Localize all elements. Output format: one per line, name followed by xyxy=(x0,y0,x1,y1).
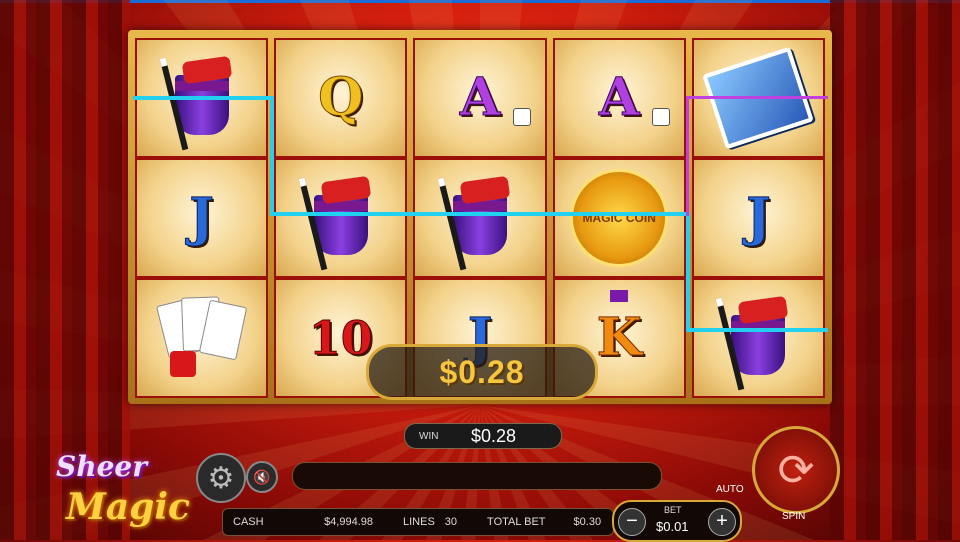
win-amount-banner: $0.28 xyxy=(366,344,598,400)
right-curtain xyxy=(830,0,960,540)
bet-increase-button[interactable]: + xyxy=(708,508,736,536)
cards-and-dice-icon xyxy=(152,293,252,383)
win-value: $0.28 xyxy=(471,425,517,446)
card-k-glyph: K xyxy=(596,307,642,368)
card-10-glyph: 10 xyxy=(308,311,373,365)
reel-1: J xyxy=(135,38,269,398)
dice-icon xyxy=(512,108,531,126)
bet-label: BET xyxy=(664,505,682,515)
symbol-magic-hat xyxy=(276,160,406,276)
cash-value: $4,994.98 xyxy=(324,516,373,528)
symbol-magic-coin: MAGIC COIN xyxy=(554,160,684,276)
symbol-magic-hat xyxy=(693,280,824,396)
game-logo: Sheer Magic xyxy=(54,450,214,534)
status-bar: CASH $4,994.98 LINES 30 TOTAL BET $0.30 xyxy=(222,508,614,536)
symbol-magic-hat xyxy=(415,160,545,276)
symbol-a: A xyxy=(554,40,684,156)
total-bet-value: $0.30 xyxy=(573,516,602,528)
win-display: WIN $0.28 xyxy=(404,423,562,449)
bet-value: $0.01 xyxy=(656,519,689,534)
card-q-glyph: Q xyxy=(318,67,364,128)
spin-arrows-icon: ⟳ xyxy=(777,445,815,495)
bet-control: − BET $0.01 + xyxy=(612,500,742,542)
bet-decrease-button[interactable]: − xyxy=(618,508,646,536)
magic-hat-icon xyxy=(296,173,386,271)
dice-icon xyxy=(651,108,670,126)
reel-5: J xyxy=(691,38,826,398)
symbol-q: Q xyxy=(276,40,406,156)
settings-gear-icon[interactable]: ⚙ xyxy=(196,453,246,503)
symbol-a: A xyxy=(415,40,545,156)
magic-hat-icon xyxy=(713,293,803,391)
message-bar xyxy=(292,462,662,490)
symbol-j: J xyxy=(137,160,267,276)
spin-button[interactable]: ⟳ xyxy=(752,426,840,514)
magic-coin-icon: MAGIC COIN xyxy=(570,169,669,267)
lines-value: 30 xyxy=(444,516,458,528)
magic-hat-icon xyxy=(435,173,525,271)
win-label: WIN xyxy=(419,430,439,442)
symbol-j: J xyxy=(693,160,824,276)
cash-label: CASH xyxy=(233,516,264,528)
auto-spin-button[interactable]: AUTO xyxy=(716,484,744,495)
sound-mute-icon[interactable]: 🔇 xyxy=(246,461,278,493)
card-a-glyph: A xyxy=(599,67,640,128)
spin-label: SPIN xyxy=(782,511,806,522)
logo-line2: Magic xyxy=(66,486,190,528)
symbol-cards-and-dice xyxy=(137,280,267,396)
card-j-glyph: J xyxy=(189,187,215,248)
crown-icon xyxy=(610,290,629,302)
card-j-glyph: J xyxy=(746,187,772,248)
lines-label: LINES xyxy=(403,516,435,528)
total-bet-label: TOTAL BET xyxy=(487,516,546,528)
logo-line1: Sheer xyxy=(56,450,147,483)
card-a-glyph: A xyxy=(459,67,501,128)
